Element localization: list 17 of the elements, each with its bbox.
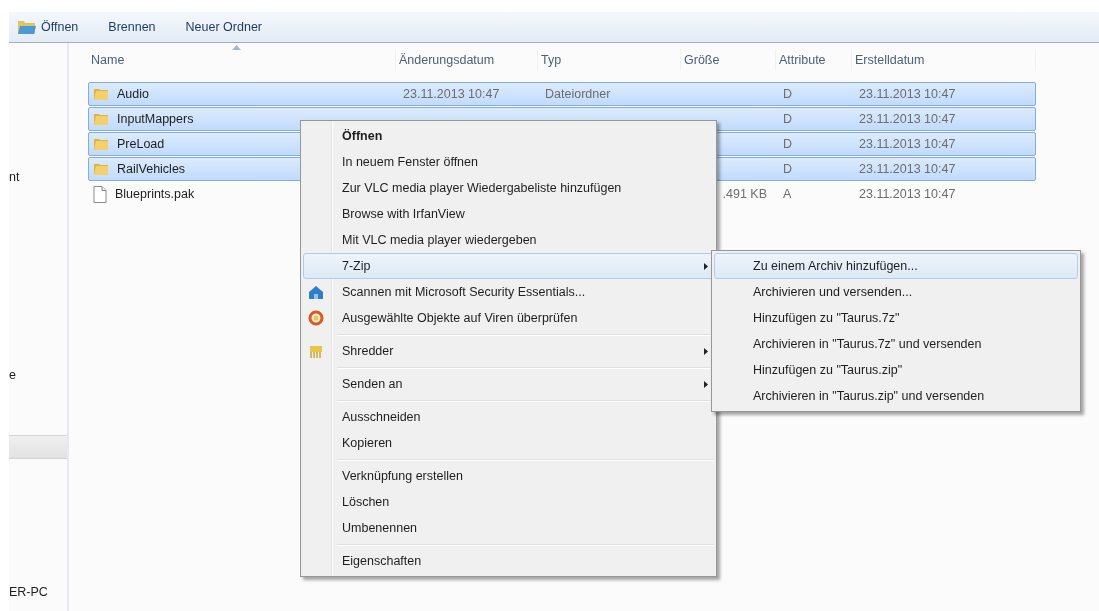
created-date: 23.11.2013 10:47 <box>859 137 956 151</box>
modified-date: 23.11.2013 10:47 <box>403 87 500 101</box>
file-type: Dateiordner <box>545 87 611 101</box>
file-attributes: D <box>783 162 793 176</box>
file-attributes: D <box>783 87 793 101</box>
file-attributes: D <box>783 137 793 151</box>
file-size: .491 KB <box>722 187 767 201</box>
file-name: Audio <box>117 87 149 101</box>
file-attributes: A <box>783 187 792 201</box>
created-date: 23.11.2013 10:47 <box>859 162 956 176</box>
created-date: 23.11.2013 10:47 <box>859 187 956 201</box>
created-date: 23.11.2013 10:47 <box>859 112 956 126</box>
created-date: 23.11.2013 10:47 <box>859 87 956 101</box>
file-name: PreLoad <box>117 137 165 151</box>
file-attributes: D <box>783 112 793 126</box>
file-name: RailVehicles <box>117 162 186 176</box>
file-name: InputMappers <box>117 112 194 126</box>
